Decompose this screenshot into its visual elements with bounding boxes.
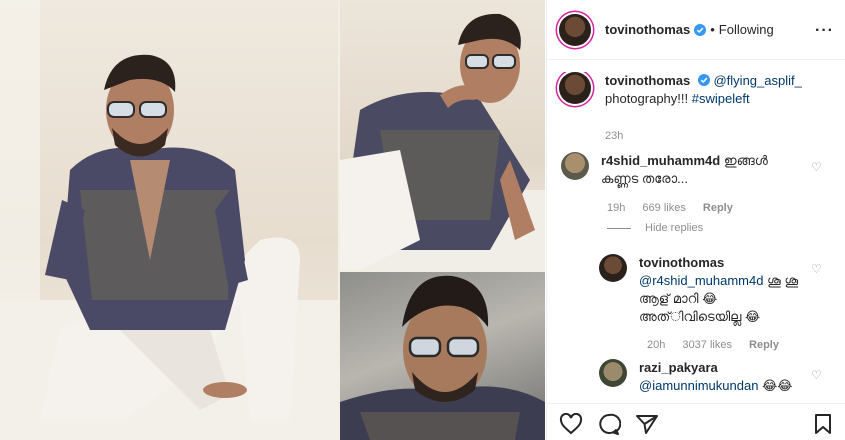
commenter-avatar[interactable] <box>599 359 627 387</box>
paper-plane-share-icon[interactable] <box>635 413 659 435</box>
comment-text: 😂😂 <box>762 378 793 392</box>
caption-hashtag-link[interactable]: #swipeleft <box>692 91 750 106</box>
comment-reply-button[interactable]: Reply <box>703 202 733 214</box>
post-header: tovinothomas • Following ··· <box>547 0 845 60</box>
reply-reply-button[interactable]: Reply <box>749 339 779 351</box>
reply-item: tovinothomas @r4shid_muhamm4d ശൂ ശൂ ആള് … <box>599 254 834 326</box>
post-caption: tovinothomas @flying_asplif_ photography… <box>559 72 839 108</box>
verified-badge-icon <box>694 23 707 36</box>
reply-likes-count[interactable]: 3037 likes <box>682 339 732 351</box>
following-button[interactable]: Following <box>719 22 774 37</box>
comment-like-heart-icon[interactable]: ♡ <box>811 160 822 174</box>
post-side-panel: tovinothomas • Following ··· tovinothoma… <box>546 0 845 440</box>
hide-replies-line <box>607 227 631 229</box>
caption-username[interactable]: tovinothomas <box>605 73 690 88</box>
like-heart-icon[interactable] <box>559 413 583 435</box>
comment-meta: 19h 669 likes Reply <box>607 202 747 214</box>
comment-item: razi_pakyara @iamunnimukundan 😂😂 <box>599 359 834 392</box>
reply-timestamp[interactable]: 20h <box>647 339 665 351</box>
header-separator: • <box>710 22 715 37</box>
comment-mention-link[interactable]: @iamunnimukundan <box>639 378 758 392</box>
caption-text: photography!!! <box>605 91 689 106</box>
caption-author-avatar[interactable] <box>559 72 591 104</box>
comment-like-heart-icon[interactable]: ♡ <box>811 368 822 382</box>
more-options-icon[interactable]: ··· <box>815 22 834 40</box>
commenter-avatar[interactable] <box>561 152 589 180</box>
reply-username[interactable]: tovinothomas <box>639 255 724 270</box>
comment-username[interactable]: razi_pakyara <box>639 360 718 375</box>
caption-mention-link[interactable]: @flying_asplif_ <box>713 73 801 88</box>
post-photo-bottom-right[interactable] <box>340 272 545 440</box>
post-photo-top-right[interactable] <box>340 0 545 270</box>
author-username[interactable]: tovinothomas <box>605 22 690 37</box>
author-avatar[interactable] <box>559 13 591 46</box>
post-action-bar <box>547 403 845 440</box>
hide-replies-toggle[interactable]: Hide replies <box>607 222 703 234</box>
reply-mention-link[interactable]: @r4shid_muhamm4d <box>639 273 763 288</box>
reply-author-avatar[interactable] <box>599 254 627 282</box>
bookmark-save-icon[interactable] <box>814 413 832 435</box>
comment-timestamp[interactable]: 19h <box>607 202 625 214</box>
caption-timestamp[interactable]: 23h <box>605 130 637 142</box>
comment-bubble-icon[interactable] <box>597 413 621 435</box>
reply-meta: 20h 3037 likes Reply <box>647 339 793 351</box>
reply-like-heart-icon[interactable]: ♡ <box>811 262 822 276</box>
verified-badge-icon <box>697 74 710 86</box>
comment-likes-count[interactable]: 669 likes <box>642 202 685 214</box>
post-photo-main[interactable] <box>0 0 338 440</box>
post-photo-collage[interactable] <box>0 0 545 440</box>
comment-item: r4shid_muhamm4d ഇങ്ങൾ കണ്ണട തരോ... <box>561 152 831 188</box>
comment-username[interactable]: r4shid_muhamm4d <box>601 153 720 168</box>
comments-list[interactable]: tovinothomas @flying_asplif_ photography… <box>547 72 845 392</box>
